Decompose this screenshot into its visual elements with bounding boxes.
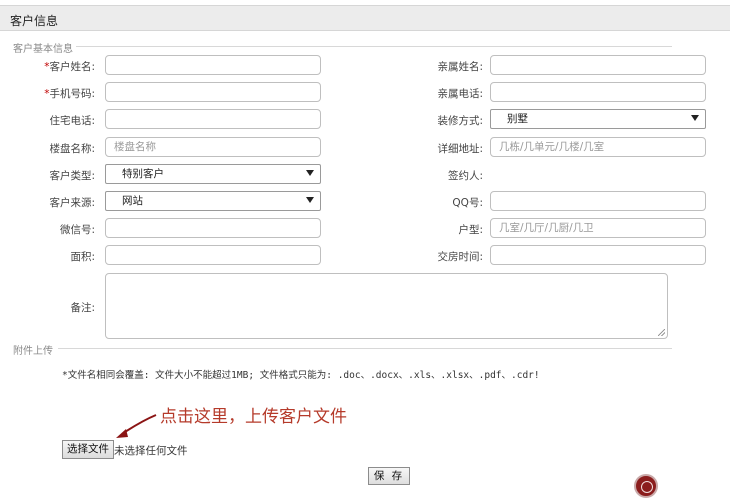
left-field-label-1: *手机号码: — [0, 86, 95, 101]
left-input-0[interactable] — [105, 55, 321, 75]
select-value: 特别客户 — [122, 168, 164, 180]
left-field-label-2: 住宅电话: — [0, 113, 95, 128]
resize-grip-icon[interactable] — [658, 329, 665, 336]
file-rules-note: *文件名相同会覆盖: 文件大小不能超过1MB; 文件格式只能为: .doc、.d… — [62, 370, 540, 381]
select-value: 网站 — [122, 195, 143, 207]
left-input-3[interactable]: 楼盘名称 — [105, 137, 321, 157]
left-field-label-3: 楼盘名称: — [0, 141, 95, 156]
attachment-legend: 附件上传 — [13, 346, 53, 357]
right-field-label-6: 户型: — [458, 224, 483, 236]
file-status-text: 未选择任何文件 — [114, 445, 188, 457]
field-label-text: 客户来源: — [49, 197, 95, 209]
upload-hint-annotation: 点击这里，上传客户文件 — [160, 407, 347, 427]
left-field-label-5: 客户来源: — [0, 195, 95, 210]
right-input-3[interactable]: 几栋/几单元/几楼/几室 — [490, 137, 706, 157]
basic-info-legend: 客户基本信息 — [13, 44, 73, 55]
right-field-label-2: 装修方式: — [437, 115, 483, 127]
left-field-label-4: 客户类型: — [0, 168, 95, 183]
arrow-pointing-icon — [116, 414, 157, 438]
field-label-text: 住宅电话: — [49, 115, 95, 127]
choose-file-button[interactable]: 选择文件 — [62, 440, 114, 459]
field-label-text: 手机号码: — [49, 88, 95, 100]
right-field-label-3: 详细地址: — [437, 143, 483, 155]
left-field-label-7: 面积: — [0, 249, 95, 264]
field-label-text: 楼盘名称: — [49, 143, 95, 155]
field-label-text: 面积: — [70, 251, 95, 263]
save-button[interactable]: 保 存 — [368, 467, 410, 485]
remarks-textarea[interactable] — [105, 273, 668, 339]
right-input-6[interactable]: 几室/几厅/几厨/几卫 — [490, 218, 706, 238]
right-input-7[interactable] — [490, 245, 706, 265]
left-input-7[interactable] — [105, 245, 321, 265]
right-select-2[interactable]: 别墅 — [490, 109, 706, 129]
right-field-label-7: 交房时间: — [437, 251, 483, 263]
chevron-down-icon — [691, 115, 699, 121]
page-title: 客户信息 — [10, 14, 59, 28]
right-field-label-1: 亲属电话: — [437, 88, 483, 100]
right-input-0[interactable] — [490, 55, 706, 75]
right-field-label-5: QQ号: — [452, 197, 483, 209]
seal-logo-icon — [634, 474, 658, 498]
right-input-5[interactable] — [490, 191, 706, 211]
left-input-2[interactable] — [105, 109, 321, 129]
right-input-1[interactable] — [490, 82, 706, 102]
left-field-label-6: 微信号: — [0, 222, 95, 237]
field-label-text: 微信号: — [59, 224, 95, 236]
chevron-down-icon — [306, 197, 314, 203]
remarks-label: 备注: — [70, 302, 95, 314]
right-field-label-4: 签约人: — [447, 170, 483, 182]
select-value: 别墅 — [507, 113, 528, 125]
right-field-label-0: 亲属姓名: — [437, 61, 483, 73]
attachment-divider — [58, 348, 672, 349]
basic-info-divider — [76, 46, 672, 47]
field-label-text: 客户类型: — [49, 170, 95, 182]
left-input-6[interactable] — [105, 218, 321, 238]
left-input-1[interactable] — [105, 82, 321, 102]
panel-header: 客户信息 — [0, 5, 730, 31]
left-select-5[interactable]: 网站 — [105, 191, 321, 211]
field-label-text: 客户姓名: — [49, 61, 95, 73]
left-field-label-0: *客户姓名: — [0, 59, 95, 74]
left-select-4[interactable]: 特别客户 — [105, 164, 321, 184]
chevron-down-icon — [306, 170, 314, 176]
